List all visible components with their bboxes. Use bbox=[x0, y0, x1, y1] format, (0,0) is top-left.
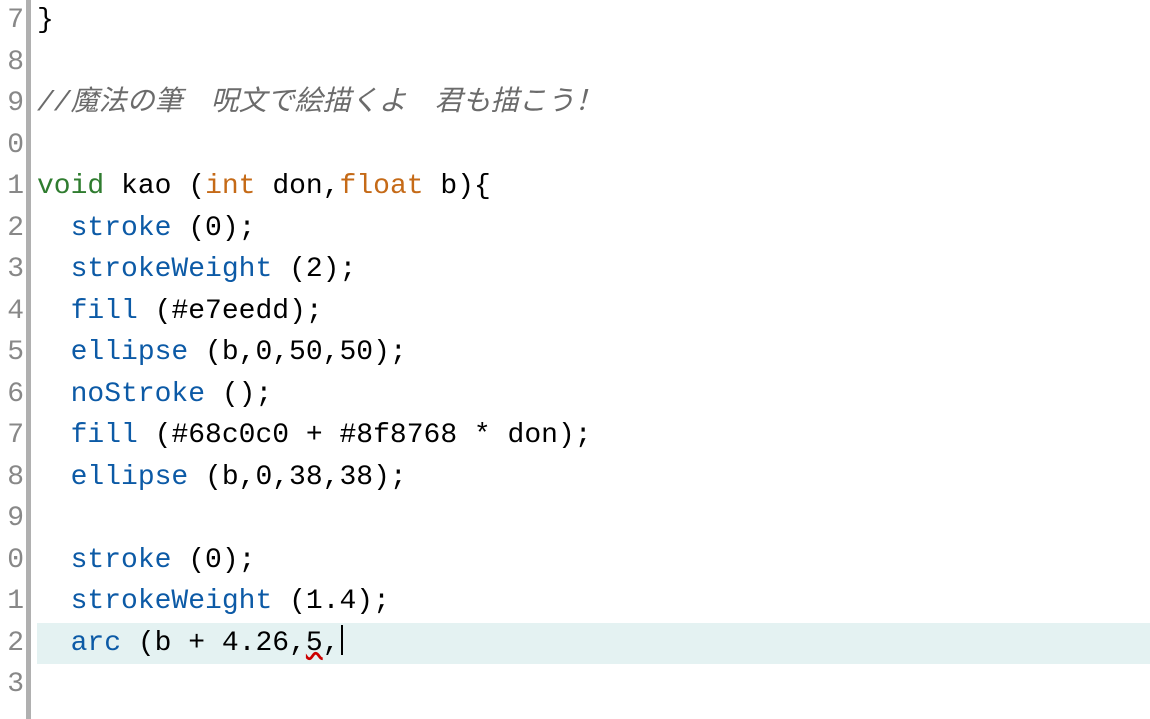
args: (0); bbox=[188, 213, 255, 244]
call-stroke: stroke bbox=[71, 213, 172, 244]
variable: don bbox=[508, 420, 558, 451]
call-arc: arc bbox=[71, 628, 121, 659]
args: (b,0,50,50); bbox=[205, 337, 407, 368]
call-stroke: stroke bbox=[71, 545, 172, 576]
line-number: 3 bbox=[0, 664, 26, 706]
paren-open: ( bbox=[138, 628, 155, 659]
text-cursor bbox=[341, 625, 343, 655]
args: (1.4); bbox=[289, 586, 390, 617]
brace-open: { bbox=[474, 171, 491, 202]
code-editor[interactable]: 7 8 9 0 1 2 3 4 5 6 7 8 9 0 1 2 3 } //魔法… bbox=[0, 0, 1150, 719]
code-line[interactable] bbox=[37, 664, 1150, 706]
args: (b,0,38,38); bbox=[205, 462, 407, 493]
paren-open: ( bbox=[155, 420, 172, 451]
line-number: 1 bbox=[0, 581, 26, 623]
line-number: 9 bbox=[0, 498, 26, 540]
code-line[interactable]: ellipse (b,0,38,38); bbox=[37, 457, 1150, 499]
call-strokeWeight: strokeWeight bbox=[71, 586, 273, 617]
code-line[interactable]: //魔法の筆 呪文で絵描くよ 君も描こう！ bbox=[37, 83, 1150, 125]
comment: //魔法の筆 呪文で絵描くよ 君も描こう！ bbox=[37, 88, 603, 119]
code-line[interactable]: strokeWeight (1.4); bbox=[37, 581, 1150, 623]
paren-open: ( bbox=[188, 171, 205, 202]
hex-color: #8f8768 bbox=[340, 420, 458, 451]
line-number: 8 bbox=[0, 457, 26, 499]
paren-close: ); bbox=[558, 420, 592, 451]
code-line[interactable] bbox=[37, 42, 1150, 84]
param: b bbox=[440, 171, 457, 202]
param: don bbox=[272, 171, 322, 202]
call-ellipse: ellipse bbox=[71, 337, 189, 368]
line-number: 7 bbox=[0, 0, 26, 42]
code-line[interactable]: fill (#e7eedd); bbox=[37, 291, 1150, 333]
call-strokeWeight: strokeWeight bbox=[71, 254, 273, 285]
line-number: 8 bbox=[0, 42, 26, 84]
code-line[interactable]: strokeWeight (2); bbox=[37, 249, 1150, 291]
line-number: 1 bbox=[0, 166, 26, 208]
code-line[interactable] bbox=[37, 498, 1150, 540]
line-number: 5 bbox=[0, 332, 26, 374]
code-line[interactable]: noStroke (); bbox=[37, 374, 1150, 416]
line-number: 4 bbox=[0, 291, 26, 333]
hex-color: #68c0c0 bbox=[171, 420, 289, 451]
args: (#e7eedd); bbox=[155, 296, 323, 327]
code-area[interactable]: } //魔法の筆 呪文で絵描くよ 君も描こう！ void kao (int do… bbox=[31, 0, 1150, 719]
code-line[interactable]: ellipse (b,0,50,50); bbox=[37, 332, 1150, 374]
comma: , bbox=[323, 171, 340, 202]
keyword-float: float bbox=[340, 171, 424, 202]
code-line[interactable]: stroke (0); bbox=[37, 208, 1150, 250]
call-fill: fill bbox=[71, 420, 138, 451]
line-number: 2 bbox=[0, 208, 26, 250]
code-line[interactable]: stroke (0); bbox=[37, 540, 1150, 582]
line-number: 0 bbox=[0, 540, 26, 582]
code-line-current[interactable]: arc (b + 4.26,5, bbox=[37, 623, 1150, 665]
brace-close: } bbox=[37, 5, 54, 36]
code-line[interactable]: void kao (int don,float b){ bbox=[37, 166, 1150, 208]
keyword-void: void bbox=[37, 171, 104, 202]
code-line[interactable]: fill (#68c0c0 + #8f8768 * don); bbox=[37, 415, 1150, 457]
call-noStroke: noStroke bbox=[71, 379, 205, 410]
paren bbox=[171, 171, 188, 202]
line-number: 3 bbox=[0, 249, 26, 291]
call-ellipse: ellipse bbox=[71, 462, 189, 493]
code-line[interactable] bbox=[37, 125, 1150, 167]
args: (0); bbox=[188, 545, 255, 576]
call-fill: fill bbox=[71, 296, 138, 327]
paren-close: ) bbox=[457, 171, 474, 202]
operator-plus: + bbox=[289, 420, 339, 451]
function-name: kao bbox=[121, 171, 171, 202]
line-number-gutter: 7 8 9 0 1 2 3 4 5 6 7 8 9 0 1 2 3 bbox=[0, 0, 31, 719]
operator-star: * bbox=[457, 420, 507, 451]
comma: , bbox=[323, 628, 340, 659]
args: (2); bbox=[289, 254, 356, 285]
code-line[interactable]: } bbox=[37, 0, 1150, 42]
args: (); bbox=[222, 379, 272, 410]
expr: b + 4.26, bbox=[155, 628, 306, 659]
line-number: 2 bbox=[0, 623, 26, 665]
line-number: 0 bbox=[0, 125, 26, 167]
function-name bbox=[104, 171, 121, 202]
keyword-int: int bbox=[205, 171, 255, 202]
line-number: 6 bbox=[0, 374, 26, 416]
line-number: 9 bbox=[0, 83, 26, 125]
line-number: 7 bbox=[0, 415, 26, 457]
number-error: 5 bbox=[306, 628, 323, 659]
